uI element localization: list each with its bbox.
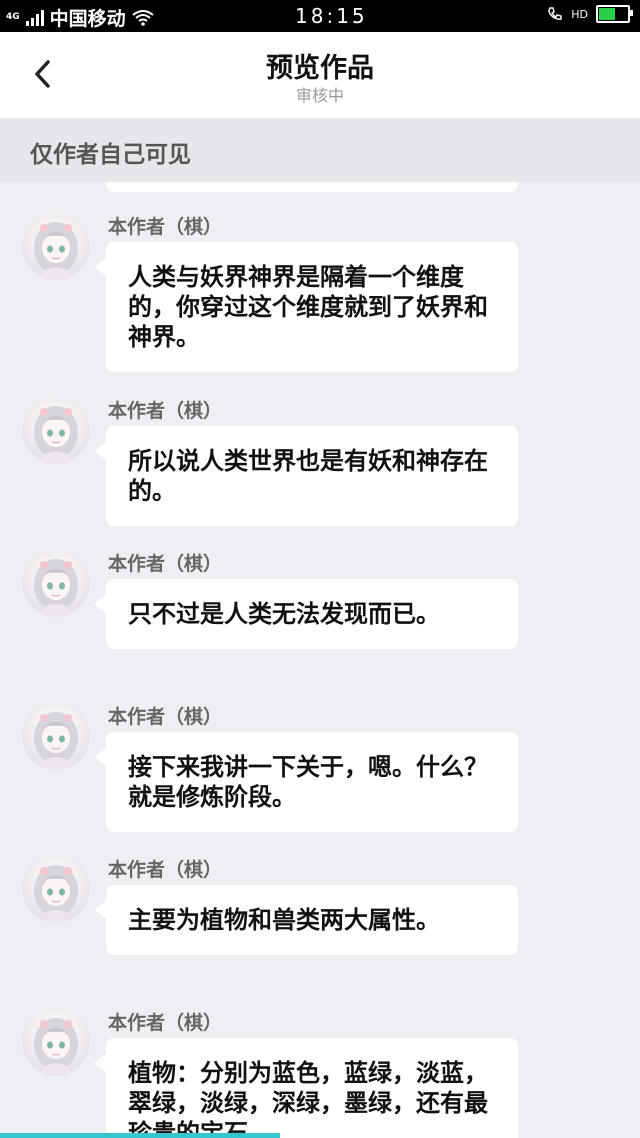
author-name: 本作者（棋） bbox=[108, 706, 223, 728]
status-bar: 4G 中国移动 18:15 HD bbox=[0, 0, 640, 32]
battery-icon bbox=[596, 5, 633, 23]
signal-icon bbox=[25, 9, 44, 26]
avatar[interactable] bbox=[22, 855, 90, 923]
anime-girl-avatar-image bbox=[34, 865, 78, 923]
message-bubble: 只不过是人类无法发现而已。 bbox=[94, 579, 518, 649]
message-bubble: 人类与妖界神界是隔着一个维度的，你穿过这个维度就到了妖界和神界。 bbox=[94, 242, 518, 372]
author-name: 本作者（棋） bbox=[108, 400, 223, 422]
avatar[interactable] bbox=[22, 396, 90, 464]
network-type: 4G bbox=[6, 12, 20, 22]
page-title: 预览作品 bbox=[266, 53, 374, 84]
carrier-name: 中国移动 bbox=[49, 8, 126, 30]
message-bubble: 主要为植物和兽类两大属性。 bbox=[94, 885, 518, 955]
hd-call-icon bbox=[548, 7, 562, 20]
anime-girl-avatar-image bbox=[34, 712, 78, 770]
message-bubble: 植物：分别为蓝色，蓝绿，淡蓝，翠绿，淡绿，深绿，墨绿，还有最珍贵的宝石 bbox=[94, 1038, 518, 1138]
anime-girl-avatar-image bbox=[34, 1018, 78, 1076]
top-navigation-bar: 预览作品 审核中 bbox=[0, 32, 640, 118]
review-status: 审核中 bbox=[295, 86, 344, 105]
avatar[interactable] bbox=[22, 702, 90, 770]
avatar[interactable] bbox=[22, 1008, 90, 1076]
clock: 18:15 bbox=[295, 4, 368, 28]
message-feed[interactable]: 本作者（棋） 人类与妖界神界是隔着一个维度的，你穿过这个维度就到了妖界和神界。 … bbox=[0, 182, 640, 1138]
scroll-indicator bbox=[0, 1133, 280, 1138]
author-name: 本作者（棋） bbox=[108, 859, 223, 881]
anime-girl-avatar-image bbox=[34, 559, 78, 617]
anime-girl-avatar-image bbox=[34, 406, 78, 464]
message-bubble: 接下来我讲一下关于，嗯。什么？就是修炼阶段。 bbox=[94, 732, 518, 832]
author-name: 本作者（棋） bbox=[108, 1012, 223, 1034]
previous-message-bubble bbox=[106, 182, 518, 192]
avatar[interactable] bbox=[22, 549, 90, 617]
anime-girl-avatar-image bbox=[34, 222, 78, 280]
author-name: 本作者（棋） bbox=[108, 553, 223, 575]
author-name: 本作者（棋） bbox=[108, 216, 223, 238]
visibility-notice: 仅作者自己可见 bbox=[0, 118, 640, 182]
avatar[interactable] bbox=[22, 212, 90, 280]
wifi-icon bbox=[132, 9, 154, 26]
hd-label: HD bbox=[571, 7, 588, 21]
message-bubble: 所以说人类世界也是有妖和神存在的。 bbox=[94, 426, 518, 526]
